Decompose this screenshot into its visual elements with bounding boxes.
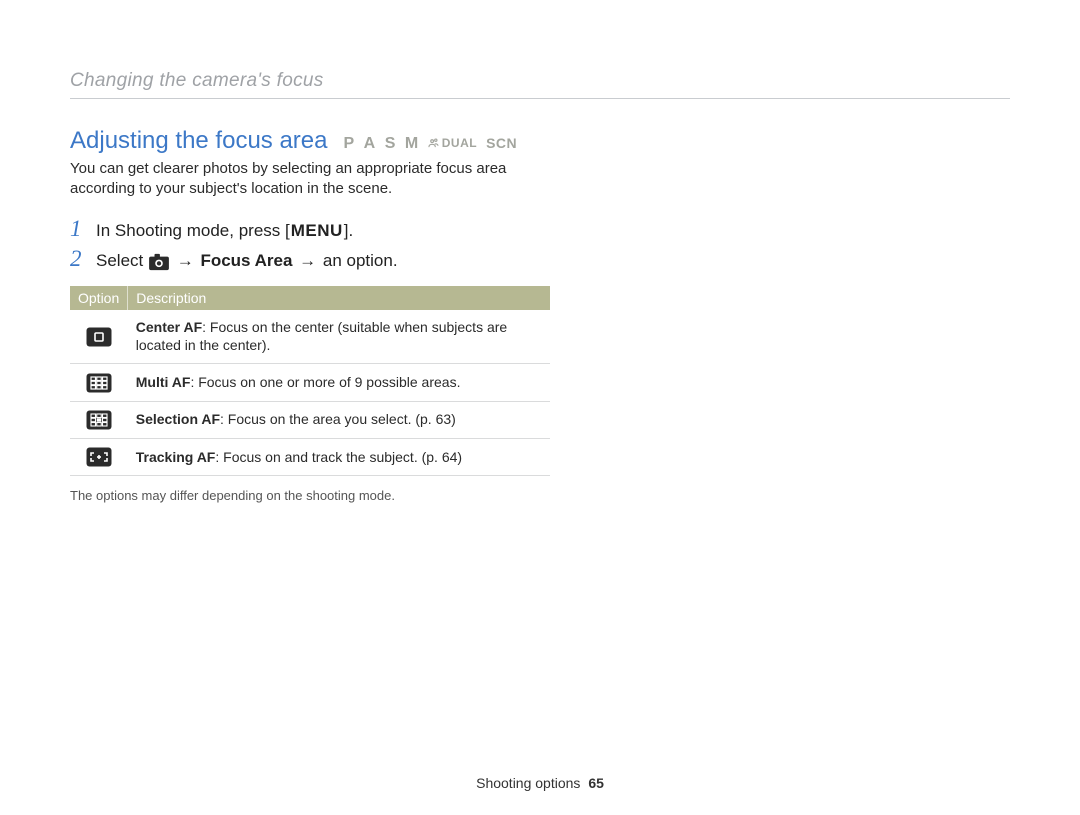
mode-m-icon: M — [405, 135, 419, 153]
table-row: Tracking AF: Focus on and track the subj… — [70, 438, 550, 475]
option-name: Center AF — [136, 319, 202, 335]
option-name: Selection AF — [136, 411, 220, 427]
step-number: 1 — [70, 216, 84, 242]
footer-section: Shooting options — [476, 775, 580, 791]
step-1-text-b: ]. — [344, 221, 353, 240]
camera-icon — [148, 251, 170, 271]
page-footer: Shooting options 65 — [0, 775, 1080, 791]
mode-a-icon: A — [364, 135, 376, 153]
col-header-option: Option — [70, 286, 128, 310]
table-cell-description: Tracking AF: Focus on and track the subj… — [128, 438, 550, 475]
footnote: The options may differ depending on the … — [70, 488, 1010, 503]
mode-dual-label: DUAL — [442, 136, 477, 150]
step-text: Select → Focus Area → an option. — [96, 251, 398, 272]
step-text: In Shooting mode, press [MENU]. — [96, 221, 353, 241]
mode-scn-icon: SCN — [486, 135, 517, 151]
table-row: Center AF: Focus on the center (suitable… — [70, 310, 550, 364]
tracking-af-icon — [70, 438, 128, 475]
focus-area-options-table: Option Description Center AF: Focus on t… — [70, 286, 550, 477]
divider — [70, 98, 1010, 99]
page-title: Adjusting the focus area — [70, 127, 328, 155]
menu-button-icon: MENU — [290, 221, 344, 241]
focus-area-label: Focus Area — [200, 251, 292, 270]
multi-af-icon — [70, 364, 128, 401]
manual-page: Changing the camera's focus Adjusting th… — [0, 0, 1080, 815]
option-desc: : Focus on the area you select. (p. 63) — [220, 411, 456, 427]
step-2-text-b: an option. — [323, 251, 398, 270]
option-desc: : Focus on and track the subject. (p. 64… — [215, 449, 462, 465]
arrow-right-icon: → — [297, 251, 318, 270]
step-1: 1 In Shooting mode, press [MENU]. — [70, 216, 1010, 242]
option-desc: : Focus on one or more of 9 possible are… — [190, 374, 460, 390]
center-af-icon — [70, 310, 128, 364]
step-2-text-a: Select — [96, 251, 148, 270]
mode-s-icon: S — [385, 135, 396, 153]
heading-row: Adjusting the focus area P A S M DUAL SC… — [70, 127, 1010, 155]
option-name: Tracking AF — [136, 449, 216, 465]
page-number: 65 — [588, 775, 604, 791]
table-header-row: Option Description — [70, 286, 550, 310]
table-row: Selection AF: Focus on the area you sele… — [70, 401, 550, 438]
step-number: 2 — [70, 246, 84, 272]
arrow-right-icon: → — [175, 251, 196, 270]
breadcrumb: Changing the camera's focus — [70, 70, 1010, 92]
selection-af-icon — [70, 401, 128, 438]
table-cell-description: Multi AF: Focus on one or more of 9 poss… — [128, 364, 550, 401]
table-cell-description: Selection AF: Focus on the area you sele… — [128, 401, 550, 438]
table-cell-description: Center AF: Focus on the center (suitable… — [128, 310, 550, 364]
option-name: Multi AF — [136, 374, 191, 390]
col-header-description: Description — [128, 286, 550, 310]
step-1-text-a: In Shooting mode, press [ — [96, 221, 290, 240]
mode-indicator-group: P A S M DUAL SCN — [344, 135, 518, 153]
mode-p-icon: P — [344, 135, 355, 153]
steps-list: 1 In Shooting mode, press [MENU]. 2 Sele… — [70, 216, 1010, 272]
table-row: Multi AF: Focus on one or more of 9 poss… — [70, 364, 550, 401]
mode-dual-icon: DUAL — [428, 136, 477, 150]
step-2: 2 Select → Focus Area → an option. — [70, 246, 1010, 272]
intro-text: You can get clearer photos by selecting … — [70, 159, 570, 200]
